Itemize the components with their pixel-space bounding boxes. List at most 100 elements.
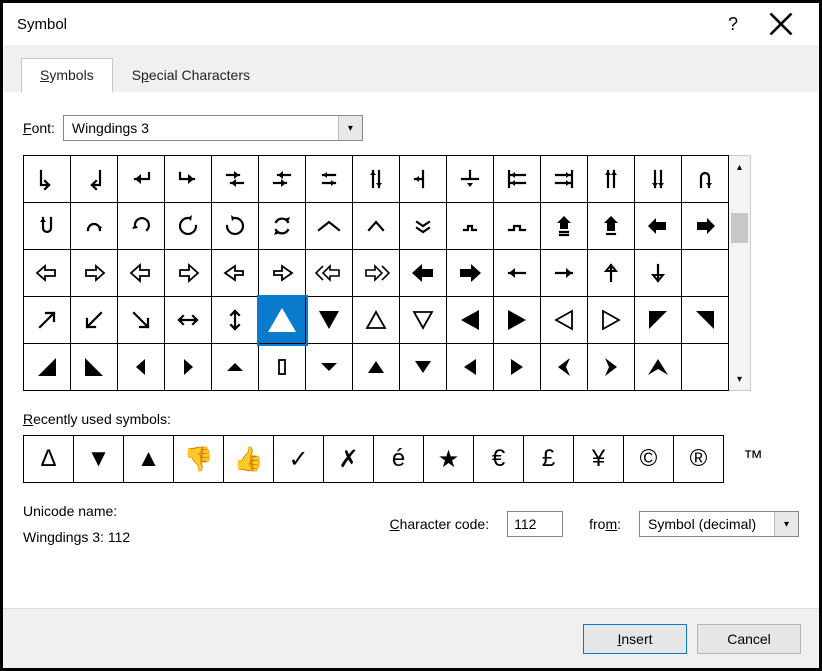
symbol-cell-tri-up-sm[interactable] [353,344,400,391]
chevron-down-icon[interactable]: ▾ [338,116,362,140]
recent-delta[interactable]: Δ [24,436,74,483]
symbol-cell-triangle-up-filled[interactable] [259,297,306,344]
symbol-cell-right-arrow-hollow-2[interactable] [165,250,212,297]
symbol-cell-triangle-up-outline[interactable] [353,297,400,344]
symbol-cell-arrow-ne[interactable] [24,297,71,344]
symbol-cell-arrow-left-thin[interactable] [494,250,541,297]
symbol-cell-d-left-arrow-hook[interactable] [71,156,118,203]
recent-registered[interactable]: ® [674,436,724,483]
symbol-cell-up-house[interactable] [541,203,588,250]
symbol-cell-left-arrow-open[interactable] [635,203,682,250]
symbol-cell-return-left[interactable] [118,156,165,203]
recent-pound[interactable]: £ [524,436,574,483]
symbol-cell-caret-right[interactable] [165,344,212,391]
symbol-cell-triangle-left-filled[interactable] [447,297,494,344]
symbol-cell-tri-left-sm[interactable] [447,344,494,391]
symbol-cell-double-down[interactable] [635,156,682,203]
recent-star[interactable]: ★ [424,436,474,483]
symbol-cell-corner-tr[interactable] [635,297,682,344]
symbol-cell-caret-up-sm[interactable] [212,344,259,391]
scroll-down-icon[interactable]: ▾ [729,368,750,390]
symbol-cell-caret-down-sm[interactable] [306,344,353,391]
close-button[interactable] [757,8,805,40]
symbol-cell-right-arrow-hollow-3[interactable] [259,250,306,297]
symbol-cell-angle-right[interactable] [588,344,635,391]
symbol-cell-u-turn-down[interactable] [682,156,729,203]
symbol-cell-triangle-down-outline[interactable] [400,297,447,344]
symbol-cell-up-house-2[interactable] [588,203,635,250]
symbol-cell-left-arrow-hollow-2[interactable] [118,250,165,297]
chevron-down-icon[interactable]: ▾ [774,512,798,536]
symbol-cell-arrow-down-thin[interactable] [635,250,682,297]
tab-symbols[interactable]: Symbols [21,58,113,93]
symbol-cell-rotate-cw[interactable] [212,203,259,250]
symbol-cell-swap-over[interactable] [212,156,259,203]
symbol-cell-bracket-low-2[interactable] [494,203,541,250]
symbol-cell-triangle-down-filled[interactable] [306,297,353,344]
symbol-cell-corner-bl[interactable] [24,344,71,391]
symbol-cell-right-arrow-open[interactable] [682,203,729,250]
tab-special-characters[interactable]: Special Characters [113,58,269,93]
symbol-cell-left-arrow-hollow-3[interactable] [212,250,259,297]
symbol-cell-arrow-up-thin[interactable] [588,250,635,297]
symbol-cell-right-arrow-twin[interactable] [353,250,400,297]
recent-e-acute[interactable]: é [374,436,424,483]
help-button[interactable]: ? [709,8,757,40]
cancel-button[interactable]: Cancel [697,624,801,654]
recent-check[interactable]: ✓ [274,436,324,483]
symbol-cell-empty[interactable] [682,344,729,391]
recent-triangle-up[interactable]: ▲ [124,436,174,483]
scroll-track[interactable] [729,178,750,368]
scroll-up-icon[interactable]: ▴ [729,156,750,178]
symbol-cell-left-arrow-hollow[interactable] [24,250,71,297]
recent-euro[interactable]: € [474,436,524,483]
symbol-cell-right-arrow-bold[interactable] [447,250,494,297]
symbol-cell-branch-left[interactable] [400,156,447,203]
insert-button[interactable]: Insert [583,624,687,654]
symbol-cell-swap-under[interactable] [259,156,306,203]
symbol-cell-u-turn-up[interactable] [24,203,71,250]
symbol-cell-corner-tl[interactable] [682,297,729,344]
symbol-cell-triangle-right-outline[interactable] [588,297,635,344]
symbol-cell-redo-small[interactable] [71,203,118,250]
symbol-cell-bracket-low[interactable] [447,203,494,250]
symbol-cell-left-arrow-twin[interactable] [306,250,353,297]
symbol-cell-arrow-lr[interactable] [165,297,212,344]
symbol-cell-rect-outline[interactable] [259,344,306,391]
symbol-cell-double-up[interactable] [588,156,635,203]
symbol-cell-arrow-right-thin[interactable] [541,250,588,297]
symbol-cell-angle-left[interactable] [541,344,588,391]
recent-yen[interactable]: ¥ [574,436,624,483]
recent-copyright[interactable]: © [624,436,674,483]
symbol-cell-arrow-se[interactable] [118,297,165,344]
symbol-cell-left-tab[interactable] [494,156,541,203]
symbol-cell-triangle-right-filled[interactable] [494,297,541,344]
recent-thumbs-up[interactable]: 👍 [224,436,274,483]
from-dropdown[interactable]: Symbol (decimal) ▾ [639,511,799,537]
symbol-cell-undo[interactable] [118,203,165,250]
symbol-cell-d-right-arrow-hook[interactable] [24,156,71,203]
symbol-cell-chevron-down-thin[interactable] [400,203,447,250]
recent-triangle-down[interactable]: ▼ [74,436,124,483]
symbol-cell-caret-left[interactable] [118,344,165,391]
recent-overflow[interactable]: ™ [728,435,778,482]
symbol-cell-chevron-up-bold[interactable] [635,344,682,391]
symbol-cell-exchange[interactable] [306,156,353,203]
recent-thumbs-down[interactable]: 👎 [174,436,224,483]
charcode-input[interactable] [507,511,563,537]
symbol-cell-rotate-ccw[interactable] [165,203,212,250]
symbol-cell-right-tab[interactable] [541,156,588,203]
symbol-cell-arrow-ud[interactable] [212,297,259,344]
symbol-cell-return-right[interactable] [165,156,212,203]
symbol-cell-empty[interactable] [682,250,729,297]
scrollbar[interactable]: ▴ ▾ [729,155,751,391]
font-dropdown[interactable]: Wingdings 3 ▾ [63,115,363,141]
symbol-cell-up-down[interactable] [353,156,400,203]
symbol-cell-chevron-up[interactable] [353,203,400,250]
recent-cross[interactable]: ✗ [324,436,374,483]
symbol-cell-chevron-up-wide[interactable] [306,203,353,250]
symbol-cell-triangle-left-outline[interactable] [541,297,588,344]
symbol-cell-tri-right-sm[interactable] [494,344,541,391]
symbol-cell-corner-br[interactable] [71,344,118,391]
symbol-cell-left-arrow-bold[interactable] [400,250,447,297]
